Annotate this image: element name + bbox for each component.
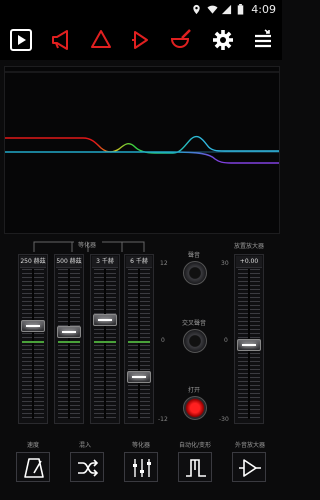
eq-scale-min: -12 bbox=[158, 416, 168, 423]
virtualizer-button[interactable] bbox=[126, 26, 156, 54]
crossover-knob[interactable] bbox=[183, 329, 207, 353]
band-label: 250 赫茲 bbox=[20, 256, 46, 268]
signal-icon bbox=[221, 4, 232, 15]
arrow-right-icon bbox=[132, 31, 148, 49]
bass-boost-button[interactable] bbox=[46, 26, 76, 54]
reverb-button[interactable] bbox=[166, 26, 196, 54]
equalizer-icon bbox=[133, 459, 151, 477]
power-toggle-button[interactable] bbox=[183, 396, 207, 420]
toggle-label: 打开 bbox=[187, 387, 200, 394]
preamp-slider[interactable]: +0.00 bbox=[234, 254, 264, 424]
location-icon bbox=[193, 4, 200, 15]
pestle-icon bbox=[170, 29, 191, 48]
slider-track bbox=[138, 269, 140, 419]
menu-button[interactable] bbox=[248, 26, 278, 54]
shuffle-button[interactable] bbox=[70, 452, 104, 482]
slider-track bbox=[32, 269, 34, 419]
slider-track bbox=[68, 269, 70, 419]
slider-zero-line bbox=[128, 341, 150, 343]
limiter-button[interactable] bbox=[86, 26, 116, 54]
status-time: 4:09 bbox=[251, 3, 276, 16]
balance-knob[interactable] bbox=[183, 261, 207, 285]
slider-zero-line bbox=[58, 341, 80, 343]
slider-zero-line bbox=[22, 341, 44, 343]
megaphone-icon bbox=[52, 30, 68, 50]
eq-scale-mid: 0 bbox=[161, 337, 165, 344]
eq-group-label: 等化器 bbox=[77, 242, 96, 249]
preamp-scale-mid: 0 bbox=[224, 337, 228, 344]
slider-knob[interactable] bbox=[237, 339, 261, 351]
eq-scale-max: 12 bbox=[160, 260, 168, 267]
gear-icon bbox=[213, 30, 233, 50]
automation-label: 自动化/变形 bbox=[178, 442, 212, 449]
amplifier-icon bbox=[239, 459, 261, 477]
status-bar: 4:09 bbox=[0, 0, 282, 20]
preamp-label: 放置放大器 bbox=[233, 243, 264, 250]
band-label: 500 赫茲 bbox=[56, 256, 82, 268]
band-label: 3 千赫 bbox=[92, 256, 118, 268]
metronome-icon bbox=[24, 458, 44, 478]
amplifier-label: 外音放大器 bbox=[234, 442, 265, 449]
equalizer-button[interactable] bbox=[124, 452, 158, 482]
play-icon bbox=[10, 29, 32, 51]
band-label: 6 千赫 bbox=[126, 256, 152, 268]
eq-curve-svg bbox=[5, 67, 279, 233]
band-slider-500hz[interactable]: 500 赫茲 bbox=[54, 254, 84, 424]
toolbar bbox=[0, 20, 282, 60]
play-button[interactable] bbox=[6, 26, 36, 54]
triangle-alert-icon bbox=[91, 30, 111, 48]
tempo-label: 速度 bbox=[26, 442, 39, 449]
band-slider-250hz[interactable]: 250 赫茲 bbox=[18, 254, 48, 424]
shuffle-label: 混入 bbox=[78, 442, 91, 449]
slider-knob[interactable] bbox=[127, 370, 151, 383]
preamp-scale-max: 30 bbox=[221, 260, 229, 267]
menu-collapse-icon bbox=[255, 29, 271, 48]
slider-knob[interactable] bbox=[57, 326, 81, 339]
settings-button[interactable] bbox=[208, 26, 238, 54]
slider-knob[interactable] bbox=[21, 320, 45, 332]
battery-icon bbox=[237, 4, 244, 15]
pulse-icon bbox=[186, 459, 206, 477]
eq-response-graph bbox=[4, 66, 280, 234]
wifi-icon bbox=[207, 5, 218, 14]
automation-button[interactable] bbox=[178, 452, 212, 482]
tempo-button[interactable] bbox=[16, 452, 50, 482]
balance-label: 聲音 bbox=[187, 252, 200, 259]
band-slider-3khz[interactable]: 3 千赫 bbox=[90, 254, 120, 424]
preamp-scale-min: -30 bbox=[219, 416, 229, 423]
slider-zero-line bbox=[94, 341, 116, 343]
preamp-value: +0.00 bbox=[236, 256, 262, 268]
shuffle-icon bbox=[78, 459, 99, 477]
band-slider-6khz[interactable]: 6 千赫 bbox=[124, 254, 154, 424]
equalizer-label: 等化器 bbox=[131, 442, 150, 449]
slider-knob[interactable] bbox=[93, 313, 117, 326]
amplifier-button[interactable] bbox=[232, 452, 266, 482]
slider-track bbox=[104, 269, 106, 419]
crossover-label: 交叉聲音 bbox=[181, 320, 206, 327]
